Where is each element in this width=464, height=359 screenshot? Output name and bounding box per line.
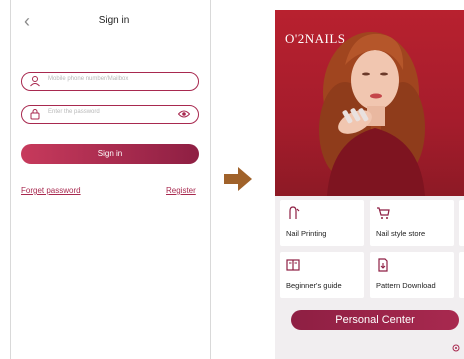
extra-card-partial-2[interactable]	[459, 252, 464, 298]
brand-logo: O'2NAILS	[285, 31, 346, 46]
password-field[interactable]: Enter the password	[21, 105, 199, 124]
signin-button[interactable]: Sign in	[21, 144, 199, 164]
card-label: Beginner's guide	[286, 281, 342, 290]
signin-screen: ‹ Sign in Mobile phone number/Mailbox En…	[0, 0, 211, 359]
screen-edge-right	[210, 0, 211, 359]
eye-icon[interactable]	[178, 109, 190, 119]
gear-icon[interactable]	[451, 343, 461, 353]
user-icon	[30, 76, 40, 87]
nail-printing-card[interactable]: Nail Printing	[280, 200, 364, 246]
book-icon	[286, 259, 300, 271]
extra-card-partial[interactable]	[459, 200, 464, 246]
lock-icon	[30, 109, 40, 120]
hero-banner: O'2NAILS	[275, 10, 464, 196]
phone-placeholder: Mobile phone number/Mailbox	[48, 76, 129, 82]
home-screen: O'2NAILS Nail Printing Nail style store …	[275, 10, 464, 359]
download-icon	[378, 258, 388, 272]
personal-center-button[interactable]: Personal Center	[291, 310, 459, 330]
card-label: Pattern Download	[376, 281, 436, 290]
beginners-guide-card[interactable]: Beginner's guide	[280, 252, 364, 298]
nail-style-store-card[interactable]: Nail style store	[370, 200, 454, 246]
pattern-download-card[interactable]: Pattern Download	[370, 252, 454, 298]
card-label: Nail style store	[376, 229, 426, 238]
forget-password-link[interactable]: Forget password	[21, 186, 81, 195]
nail-icon	[289, 206, 300, 219]
arrow-right-icon	[224, 167, 252, 191]
back-icon[interactable]: ‹	[24, 12, 30, 30]
cart-icon	[377, 207, 390, 219]
password-placeholder: Enter the password	[48, 109, 100, 115]
phone-field[interactable]: Mobile phone number/Mailbox	[21, 72, 199, 91]
card-label: Nail Printing	[286, 229, 327, 238]
register-link[interactable]: Register	[166, 186, 196, 195]
screen-edge-left	[10, 0, 11, 359]
page-title: Sign in	[98, 15, 130, 26]
